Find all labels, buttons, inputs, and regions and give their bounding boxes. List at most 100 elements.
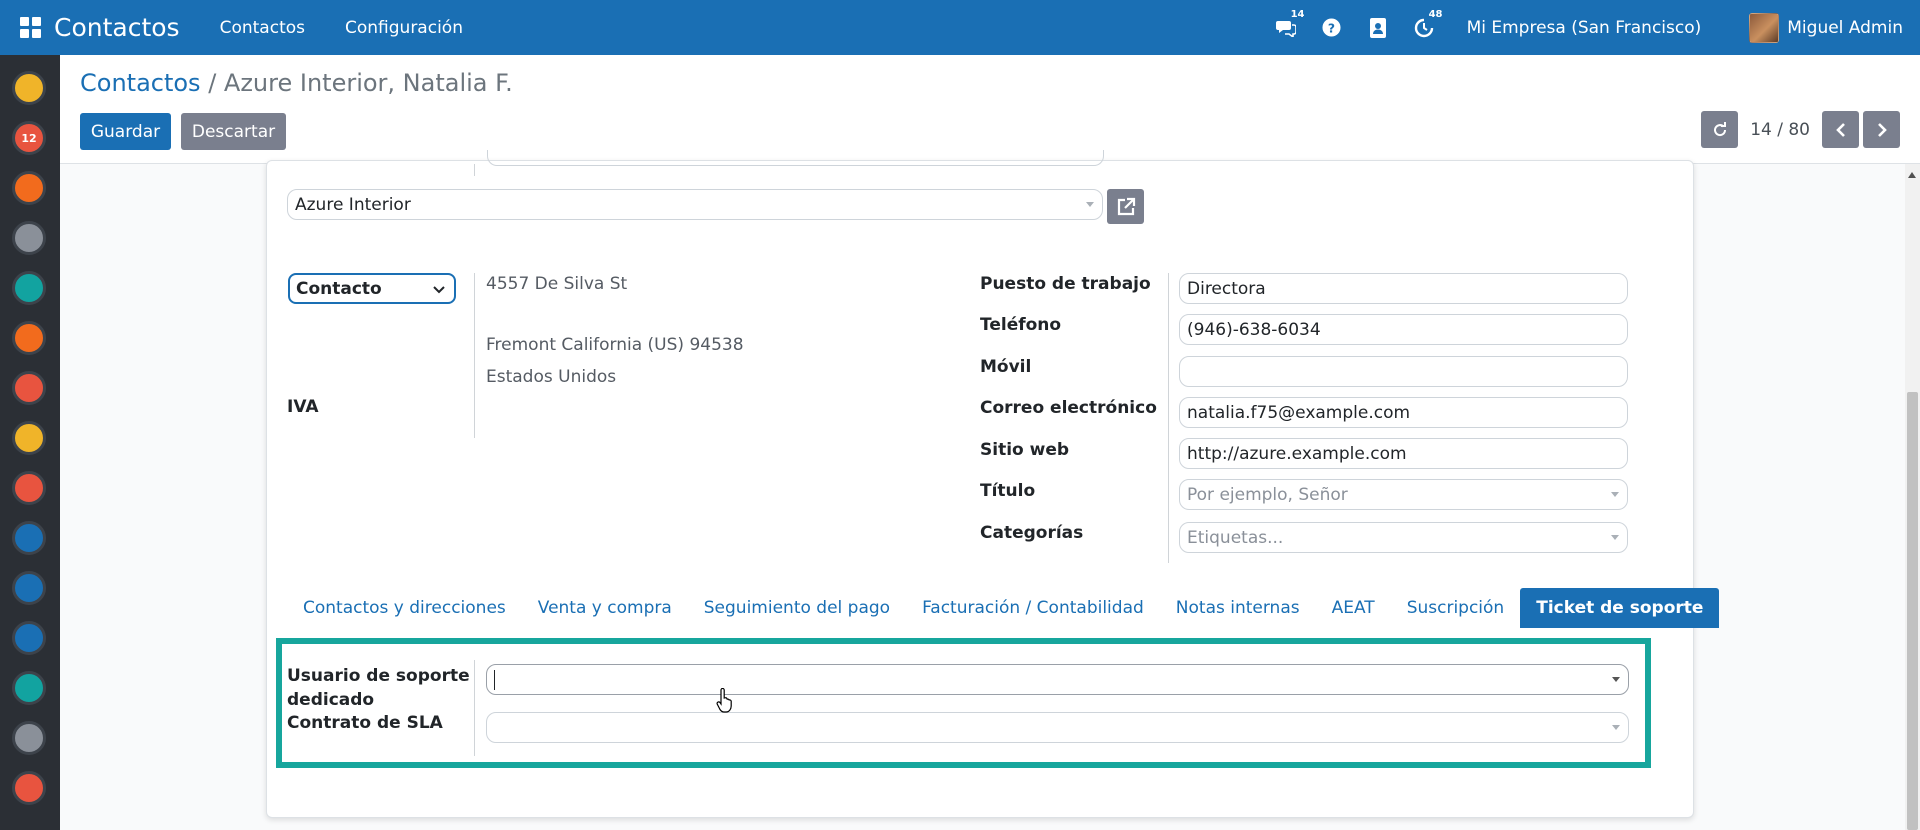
planning-app-icon[interactable] [12,621,46,655]
company-value: Azure Interior [295,194,411,215]
crm-app-icon[interactable] [12,221,46,255]
support-user-label-line1: Usuario de soporte [287,666,470,686]
tab-contactos-direcciones[interactable]: Contactos y direcciones [288,588,522,628]
address-street: 4557 De Silva St [486,274,628,294]
save-button[interactable]: Guardar [80,113,171,150]
notes-app-icon[interactable] [12,171,46,205]
highlight-box [276,638,1651,768]
breadcrumb-root[interactable]: Contactos [80,69,201,97]
breadcrumb-separator: / [200,69,224,97]
tab-facturacion[interactable]: Facturación / Contabilidad [906,588,1160,628]
tab-aeat[interactable]: AEAT [1316,588,1391,628]
company-field[interactable]: Azure Interior [287,189,1103,220]
caret-down-icon [1611,492,1619,497]
discuss-app-icon[interactable] [12,71,46,105]
external-link-icon [1117,197,1135,215]
email-value: natalia.f75@example.com [1187,402,1411,423]
job-position-label: Puesto de trabajo [980,274,1151,294]
notebook-tabs: Contactos y direcciones Venta y compra S… [288,588,1720,628]
website-input[interactable]: http://azure.example.com [1179,438,1628,469]
app-title[interactable]: Contactos [54,13,180,42]
title-input[interactable]: Por ejemplo, Señor [1179,479,1628,510]
pager-previous-button[interactable] [1822,111,1859,148]
contacts-book-icon[interactable] [1367,17,1389,39]
discard-button[interactable]: Descartar [181,113,286,150]
pager-next-button[interactable] [1863,111,1900,148]
activity-badge: 48 [1426,8,1445,20]
email-label: Correo electrónico [980,398,1157,418]
reload-button[interactable] [1701,111,1739,148]
website-label: Sitio web [980,440,1070,460]
shop-app-icon[interactable] [12,721,46,755]
apps-menu-icon[interactable] [0,0,60,55]
mobile-input[interactable] [1179,356,1628,387]
email-input[interactable]: natalia.f75@example.com [1179,397,1628,428]
activity-icon[interactable]: 48 [1413,8,1445,39]
accounting-app-icon[interactable] [12,571,46,605]
open-company-button[interactable] [1107,189,1144,224]
sla-contract-input[interactable] [486,712,1629,743]
marketing-app-icon[interactable] [12,471,46,505]
chevron-down-icon [433,286,445,294]
caret-down-icon [1612,677,1620,682]
job-position-input[interactable]: Directora [1179,273,1628,304]
page-scrollbar[interactable] [1905,164,1920,830]
pager-value[interactable]: 14 / 80 [1750,120,1810,140]
elearning-app-icon[interactable] [12,421,46,455]
support-user-input[interactable] [486,664,1629,695]
title-label: Título [980,481,1036,501]
employees-app-icon[interactable] [12,271,46,305]
reporting-app-icon[interactable] [12,371,46,405]
pager: 14 / 80 [1701,111,1900,148]
tab-seguimiento-pago[interactable]: Seguimiento del pago [688,588,906,628]
scrollbar-thumb[interactable] [1907,392,1918,830]
messages-badge: 14 [1288,8,1307,20]
tags-input[interactable]: Etiquetas... [1179,522,1628,553]
title-placeholder: Por ejemplo, Señor [1187,484,1348,505]
calendar-app-icon[interactable]: 12 [12,121,46,155]
top-navbar: Contactos Contactos Configuración 14 ? 4… [0,0,1920,55]
tab-suscripcion[interactable]: Suscripción [1391,588,1521,628]
support-separator [474,660,475,756]
right-separator [1168,273,1169,563]
control-panel: Contactos / Azure Interior, Natalia F. 1… [60,55,1920,164]
partial-name-field[interactable] [487,150,1104,166]
messages-icon[interactable]: 14 [1275,8,1307,39]
company-switcher[interactable]: Mi Empresa (San Francisco) [1467,18,1702,38]
job-position-value: Directora [1187,278,1266,299]
help-icon[interactable]: ? [1321,17,1343,39]
address-country: Estados Unidos [486,367,617,387]
website-value: http://azure.example.com [1187,443,1407,464]
refresh-icon [1713,121,1726,136]
events-app-icon[interactable] [12,771,46,805]
mobile-label: Móvil [980,357,1032,377]
text-cursor [494,669,495,690]
address-type-select[interactable]: Contacto [288,273,456,304]
address-separator [474,273,475,438]
phone-value: (946)-638-6034 [1187,319,1321,340]
pos-app-icon[interactable] [12,521,46,555]
tab-ticket-soporte[interactable]: Ticket de soporte [1520,588,1720,628]
support-user-label-line2: dedicado [287,690,375,710]
chevron-right-icon [1877,122,1887,137]
breadcrumb-current: Azure Interior, Natalia F. [223,69,513,97]
sla-contract-label: Contrato de SLA [287,713,443,733]
separator-line [474,164,475,176]
tags-label: Categorías [980,523,1084,543]
sales-app-icon[interactable] [12,321,46,355]
avatar [1749,12,1780,43]
user-menu[interactable]: Miguel Admin [1749,12,1903,43]
tab-venta-compra[interactable]: Venta y compra [522,588,688,628]
scroll-up-arrow-icon[interactable] [1908,172,1916,178]
caret-down-icon [1612,725,1620,730]
tags-placeholder: Etiquetas... [1187,527,1284,548]
svg-text:?: ? [1328,21,1335,35]
menu-configuracion[interactable]: Configuración [345,18,463,38]
timesheet-app-icon[interactable] [12,671,46,705]
tab-notas-internas[interactable]: Notas internas [1160,588,1316,628]
breadcrumb: Contactos / Azure Interior, Natalia F. [80,69,513,97]
menu-contactos[interactable]: Contactos [220,18,305,38]
hand-pointer-icon [716,687,734,718]
phone-input[interactable]: (946)-638-6034 [1179,314,1628,345]
address-city-line: Fremont California (US) 94538 [486,335,744,355]
